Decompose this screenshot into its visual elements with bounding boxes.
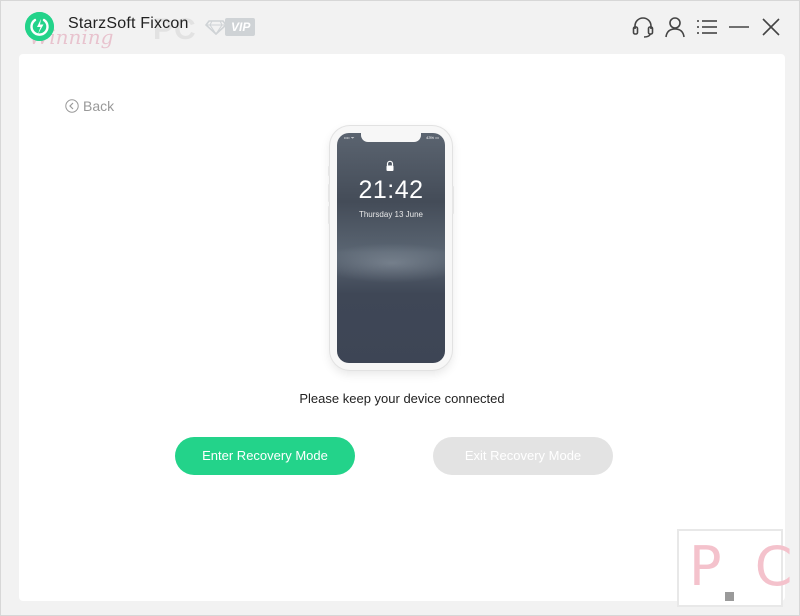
phone-signal-status: •••• ᯤ: [344, 135, 355, 140]
chevron-left-circle-icon: [65, 99, 79, 113]
watermark-stamp-dot: [725, 592, 734, 601]
phone-battery-status: 43% ▭: [426, 135, 439, 140]
enter-recovery-mode-button[interactable]: Enter Recovery Mode: [175, 437, 355, 475]
phone-lock-screen: •••• ᯤ 43% ▭ 21:42 Thursday 13 June: [337, 133, 445, 363]
minimize-icon[interactable]: [727, 15, 751, 39]
back-label: Back: [83, 98, 115, 114]
diamond-icon: [205, 20, 227, 36]
close-icon[interactable]: [759, 15, 783, 39]
exit-recovery-mode-button[interactable]: Exit Recovery Mode: [433, 437, 613, 475]
connection-message: Please keep your device connected: [299, 391, 505, 406]
headset-icon[interactable]: [631, 15, 655, 39]
watermark-stamp-text: P C: [689, 535, 800, 598]
menu-icon[interactable]: [695, 15, 719, 39]
app-title: StarzSoft Fixcon: [68, 15, 189, 32]
app-logo-icon: [25, 12, 54, 41]
back-button[interactable]: Back: [65, 97, 114, 115]
lock-screen-date: Thursday 13 June: [358, 210, 424, 219]
wallpaper-haze: [337, 243, 445, 283]
title-bar: Winning PC StarzSoft Fixcon VIP: [1, 1, 800, 53]
lock-screen-time: 21:42: [358, 176, 424, 204]
lock-icon: [385, 159, 395, 171]
phone-volume-up: [328, 184, 330, 202]
vip-label: VIP: [225, 18, 256, 36]
user-icon[interactable]: [663, 15, 687, 39]
watermark-stamp: P C: [677, 529, 792, 607]
phone-power-button: [452, 186, 454, 214]
phone-illustration: •••• ᯤ 43% ▭ 21:42 Thursday 13 June: [328, 126, 454, 370]
phone-mute-switch: [328, 166, 330, 176]
phone-volume-down: [328, 206, 330, 224]
phone-notch: [361, 133, 421, 142]
app-window: Winning PC StarzSoft Fixcon VIP Back •••…: [0, 0, 800, 616]
content-panel: Back •••• ᯤ 43% ▭ 21:42 Thursday 13 June…: [19, 54, 785, 601]
